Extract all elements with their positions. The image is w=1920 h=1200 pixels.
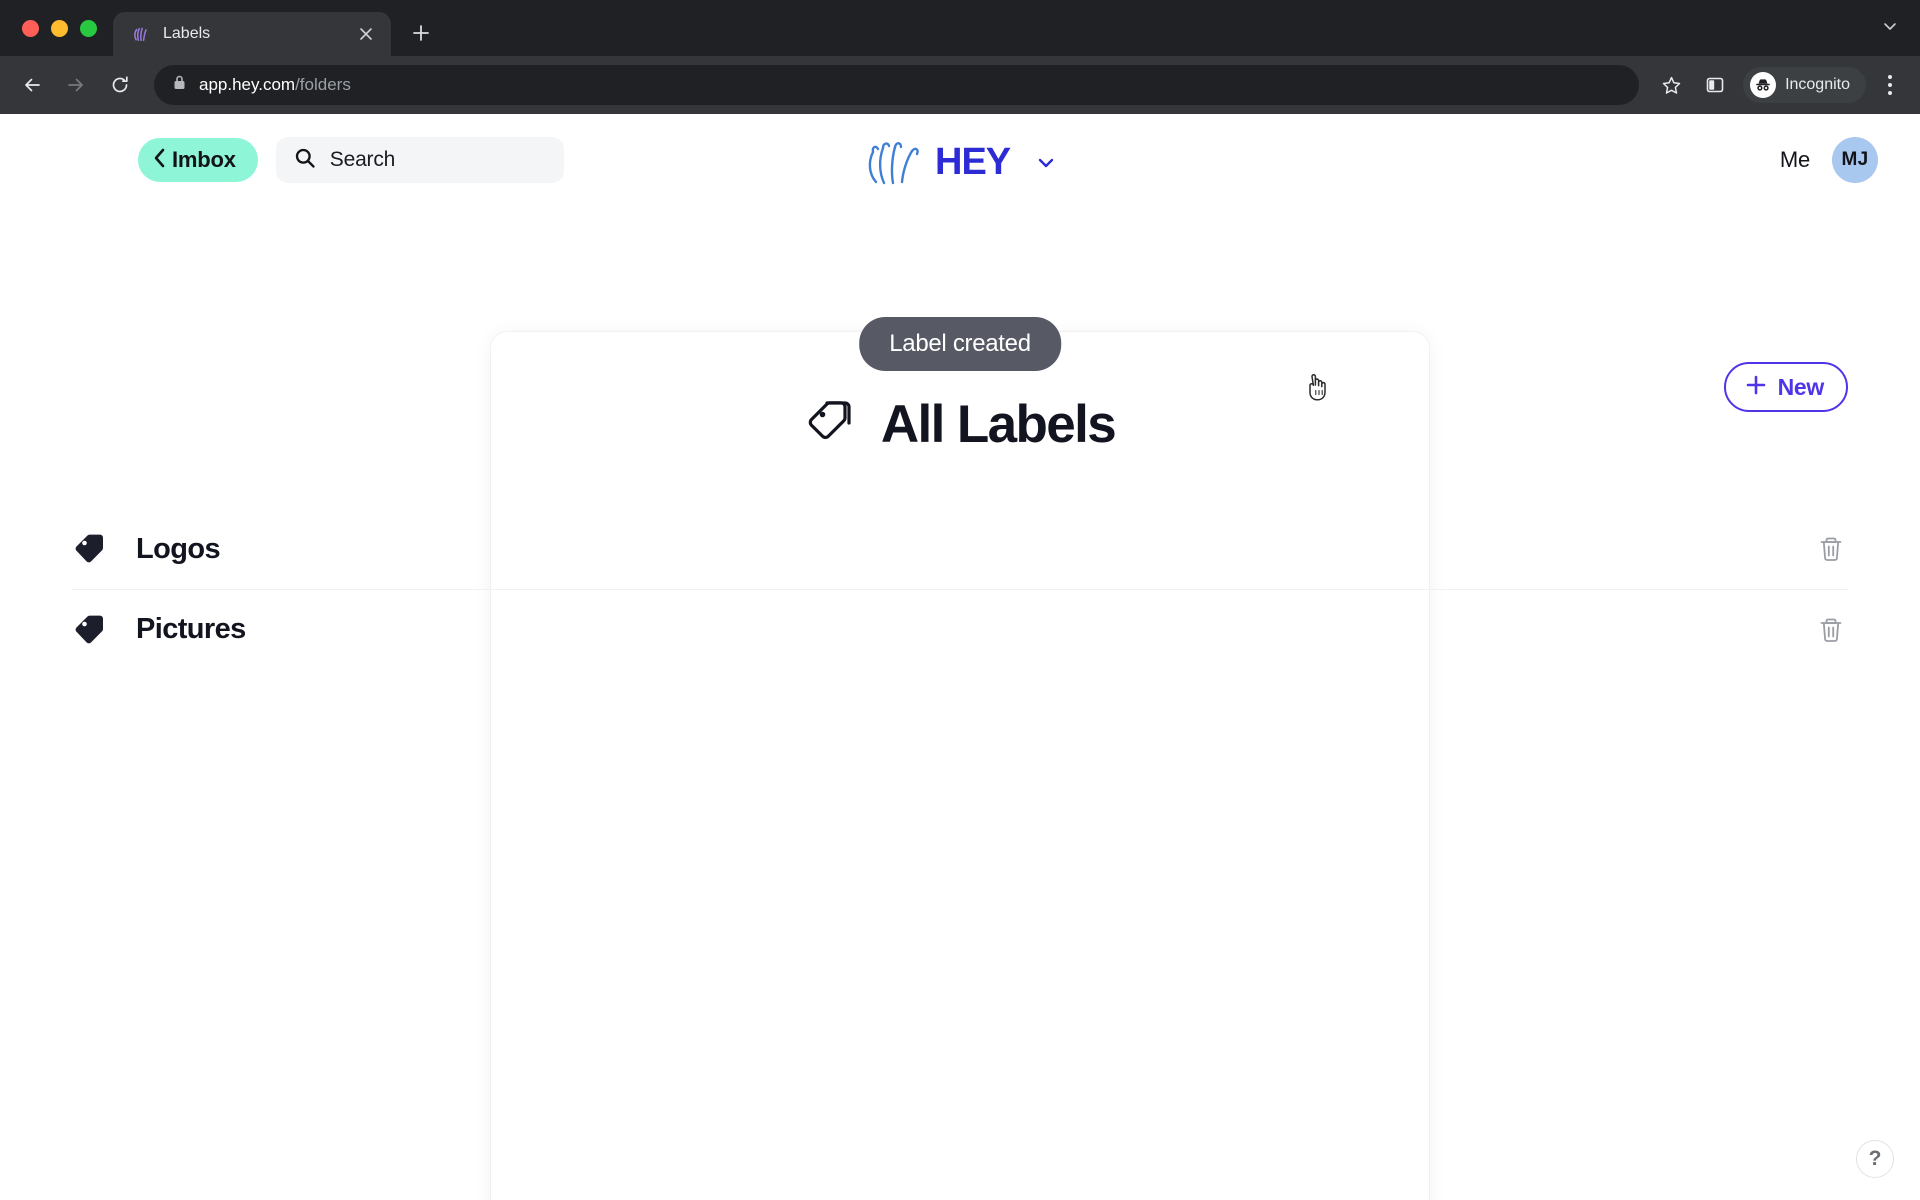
imbox-label: Imbox — [172, 147, 236, 172]
me-link[interactable]: Me — [1780, 147, 1810, 173]
search-input[interactable]: Search — [275, 137, 564, 183]
table-row[interactable]: Pictures — [72, 589, 1848, 669]
browser-tab-title: Labels — [163, 25, 211, 42]
toolbar-right-controls: Incognito — [1651, 65, 1908, 105]
search-icon — [294, 147, 316, 174]
side-panel-icon[interactable] — [1695, 65, 1735, 105]
browser-tab-labels[interactable]: Labels — [113, 12, 391, 56]
hey-hand-favicon — [131, 24, 151, 44]
incognito-profile-button[interactable]: Incognito — [1743, 67, 1866, 103]
lock-icon — [172, 74, 187, 96]
window-traffic-lights — [14, 0, 113, 56]
kebab-menu-icon[interactable] — [1872, 65, 1908, 105]
back-arrow-icon[interactable] — [12, 65, 52, 105]
avatar[interactable]: MJ — [1832, 137, 1878, 183]
incognito-icon — [1750, 72, 1777, 98]
close-window-button[interactable] — [22, 19, 39, 37]
header-account-controls: Me MJ — [1780, 137, 1878, 183]
incognito-label: Incognito — [1785, 76, 1850, 93]
page-title-row: All Labels — [0, 394, 1920, 455]
label-name: Pictures — [136, 613, 246, 645]
labels-list: Logos Pictures — [72, 509, 1848, 669]
hey-logo[interactable]: HEY — [864, 138, 1056, 191]
address-bar-url: app.hey.com/folders — [199, 75, 351, 95]
tags-icon — [805, 397, 859, 452]
label-name: Logos — [136, 532, 221, 565]
table-row[interactable]: Logos — [72, 509, 1848, 589]
browser-window: Labels app.hey.com/folders Incognito Imb… — [0, 0, 1920, 1200]
status-badge: Label created — [859, 317, 1061, 371]
back-to-imbox-button[interactable]: Imbox — [138, 138, 258, 182]
plus-icon — [1744, 373, 1768, 402]
trash-icon[interactable] — [1814, 613, 1848, 647]
svg-text:HEY: HEY — [935, 141, 1011, 183]
trash-icon[interactable] — [1814, 532, 1848, 566]
tab-strip-right-controls — [1874, 0, 1920, 56]
search-placeholder: Search — [329, 148, 396, 171]
close-icon[interactable] — [353, 21, 379, 47]
forward-arrow-icon — [56, 65, 96, 105]
hey-waving-hand-icon — [864, 138, 926, 191]
new-label-button[interactable]: New — [1723, 362, 1848, 412]
plus-icon[interactable] — [401, 13, 441, 53]
chevron-left-icon — [152, 147, 168, 174]
tag-icon — [72, 532, 114, 566]
url-host: app.hey.com — [199, 75, 296, 94]
hey-app-header: Imbox Search HEY Me MJ — [0, 114, 1920, 185]
address-bar[interactable]: app.hey.com/folders — [154, 65, 1640, 105]
chevron-down-icon[interactable] — [1036, 153, 1056, 177]
hey-wordmark: HEY — [935, 141, 1027, 188]
page-viewport: Imbox Search HEY Me MJ New All Labels Lo… — [0, 114, 1920, 1200]
new-button-label: New — [1777, 373, 1825, 400]
browser-tab-strip: Labels — [0, 0, 1920, 56]
page-title: All Labels — [880, 395, 1117, 454]
browser-toolbar: app.hey.com/folders Incognito — [0, 56, 1920, 114]
maximize-window-button[interactable] — [80, 19, 97, 37]
chevron-down-icon[interactable] — [1874, 10, 1906, 47]
reload-icon[interactable] — [100, 65, 140, 105]
labels-card — [491, 332, 1429, 1200]
help-button[interactable]: ? — [1856, 1140, 1894, 1178]
tag-icon — [72, 613, 114, 647]
minimize-window-button[interactable] — [51, 19, 68, 37]
star-icon[interactable] — [1651, 65, 1691, 105]
url-path: /folders — [295, 75, 351, 94]
